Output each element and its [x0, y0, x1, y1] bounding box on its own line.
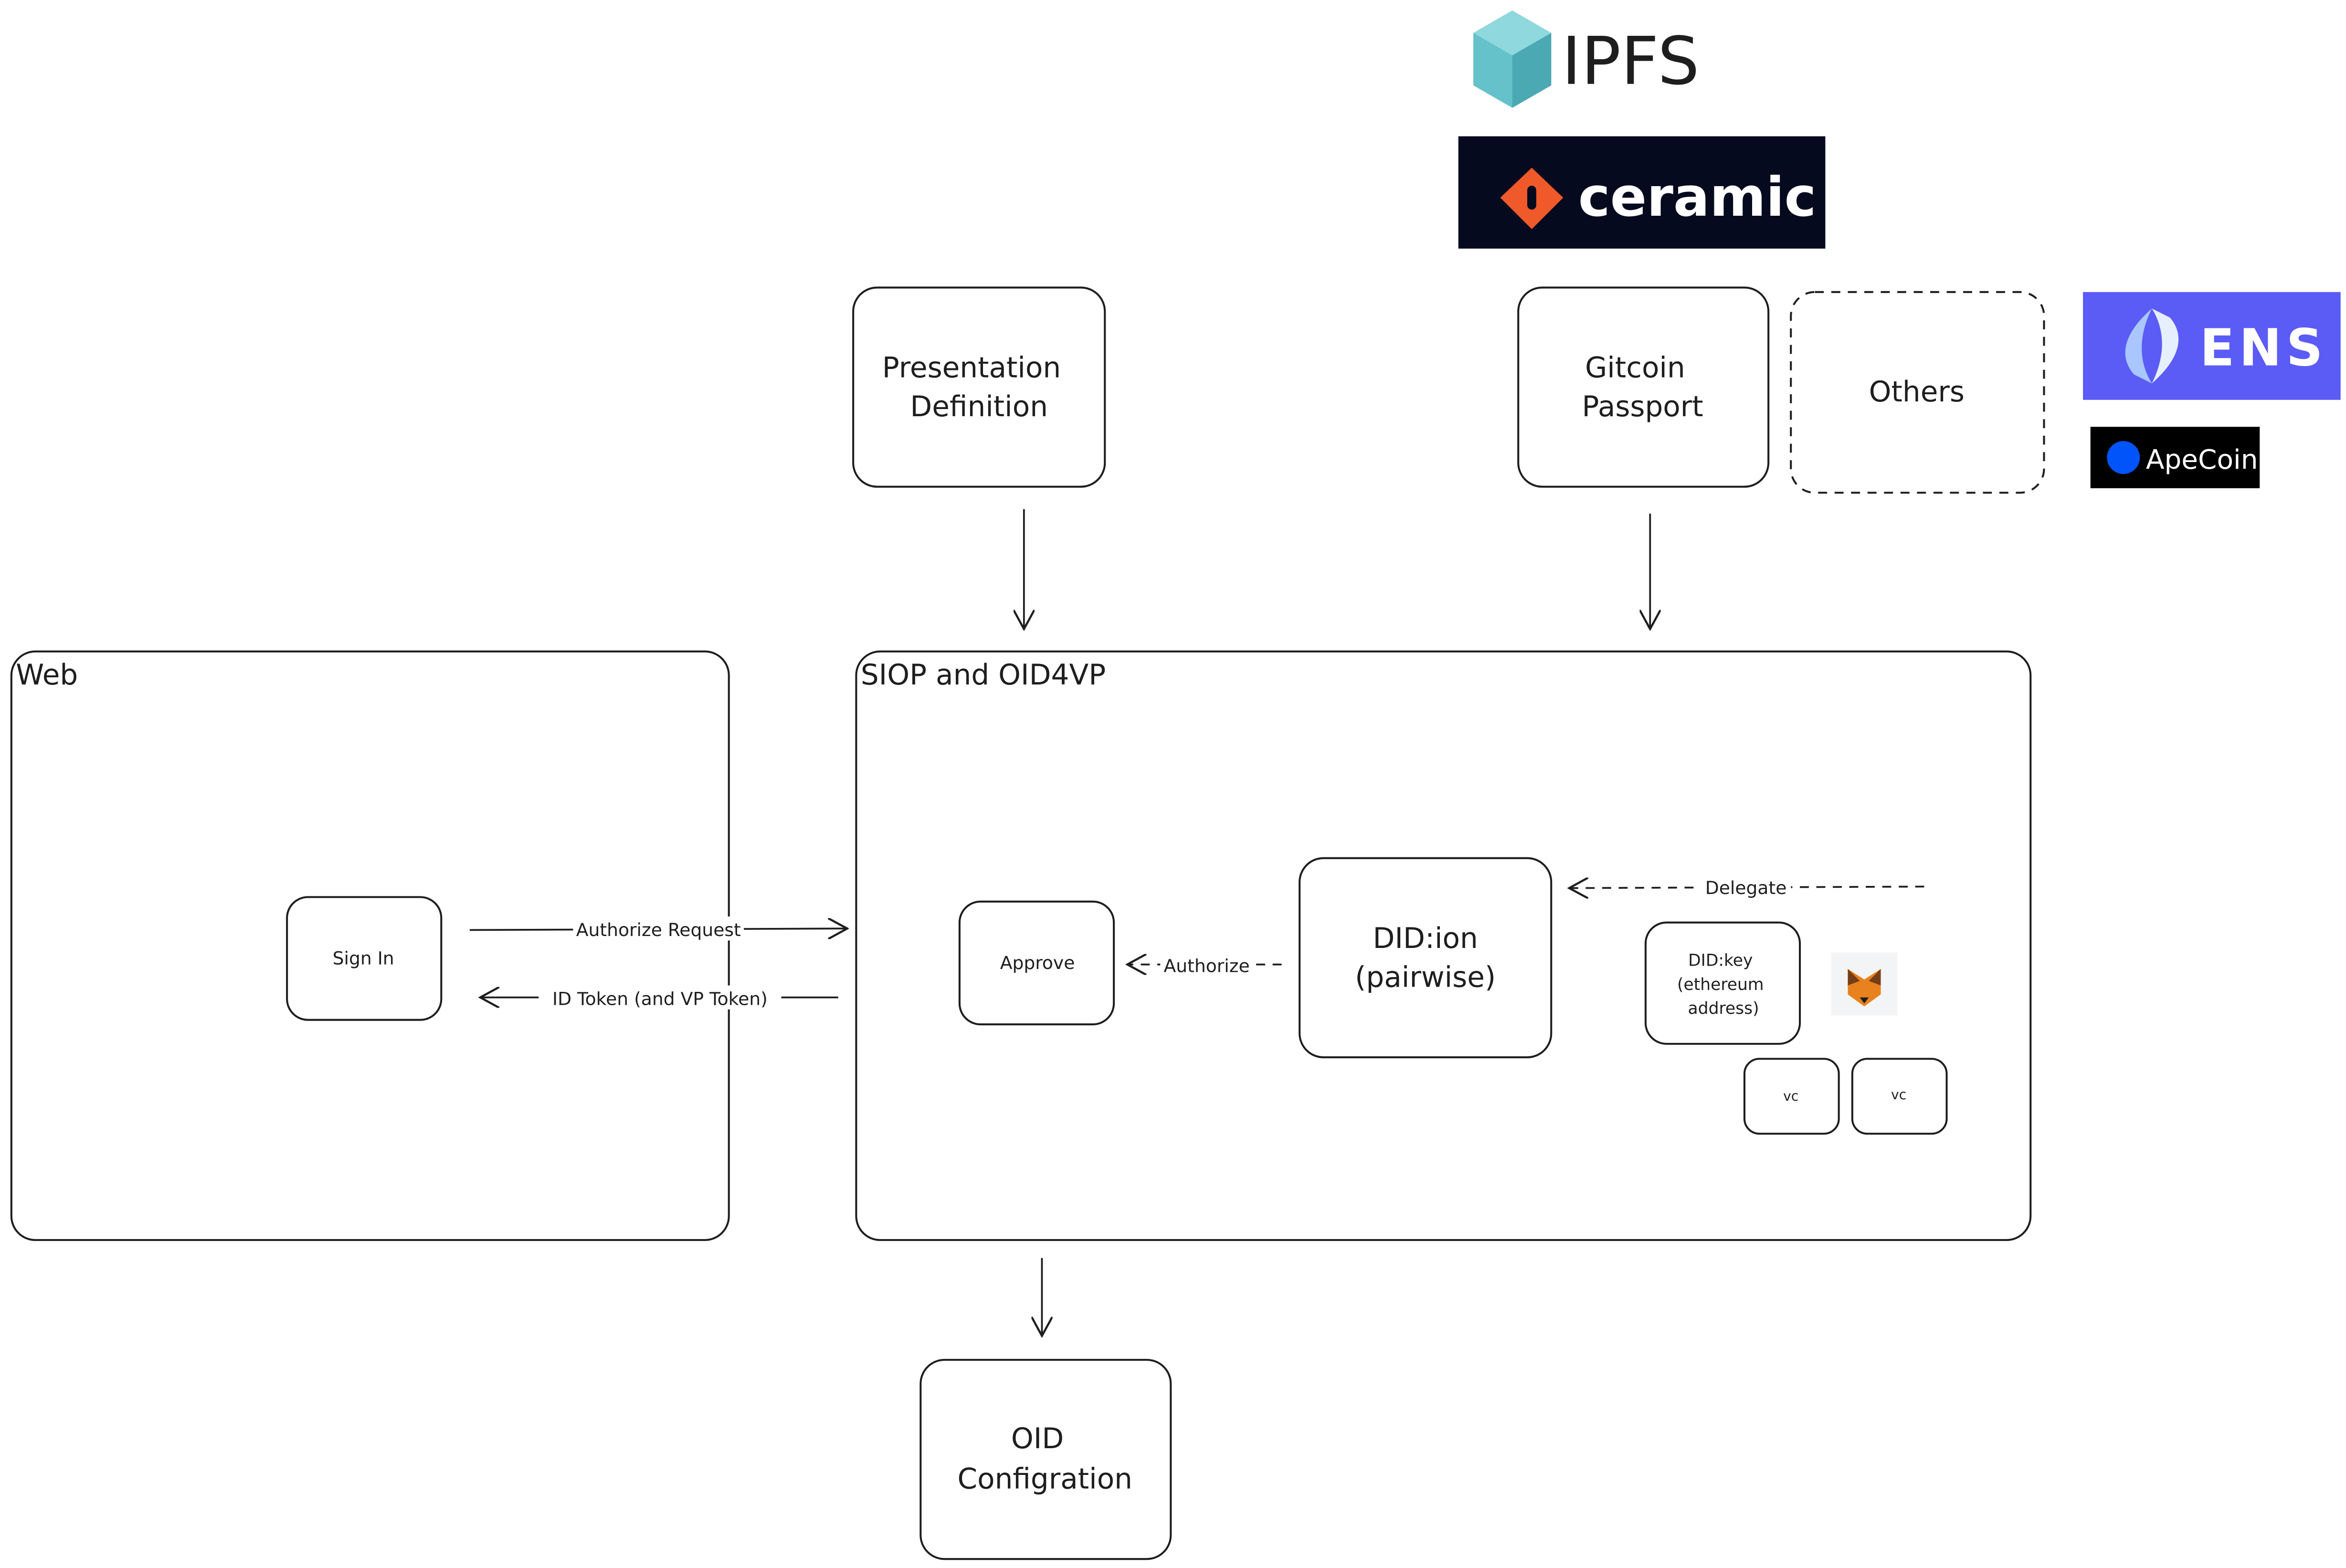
- svg-text:ID Token (and VP Token): ID Token (and VP Token): [552, 988, 768, 1009]
- siop-label: SIOP and OID4VP: [861, 659, 1106, 692]
- svg-text:Others: Others: [1869, 376, 1965, 409]
- ipfs-logo: IPFS: [1473, 10, 1700, 108]
- svg-text:Delegate: Delegate: [1705, 877, 1787, 898]
- presentation-definition-box[interactable]: Presentation Definition: [852, 286, 1106, 488]
- svg-text:Approve: Approve: [1000, 952, 1075, 973]
- others-box[interactable]: Others: [1790, 291, 2045, 494]
- diagram-canvas: IPFS ceramic ENS ApeCoin Presentation De…: [10, 10, 2341, 1560]
- svg-text:Presentation: Presentation: [882, 352, 1061, 385]
- svg-text:Configration: Configration: [957, 1463, 1132, 1496]
- svg-text:Authorize: Authorize: [1164, 955, 1250, 976]
- oid-configuration-box[interactable]: OID Configration: [919, 1358, 1172, 1560]
- svg-text:address): address): [1688, 999, 1759, 1018]
- svg-text:Definition: Definition: [910, 390, 1048, 423]
- delegate-arrow: Delegate: [1569, 874, 1924, 898]
- did-ion-box[interactable]: DID:ion (pairwise): [1299, 857, 1553, 1059]
- fox-icon: [1831, 952, 1897, 1016]
- sign-in-button[interactable]: Sign In: [286, 896, 443, 1021]
- did-key-box[interactable]: DID:key (ethereum address): [1644, 921, 1801, 1045]
- svg-text:vc: vc: [1783, 1088, 1798, 1104]
- svg-text:vc: vc: [1891, 1087, 1906, 1103]
- svg-text:Sign In: Sign In: [333, 948, 394, 969]
- ceramic-logo-text: ceramic: [1578, 166, 1817, 229]
- svg-text:Authorize Request: Authorize Request: [576, 919, 741, 940]
- apecoin-logo: ApeCoin: [2090, 427, 2260, 488]
- apecoin-logo-text: ApeCoin: [2146, 444, 2258, 475]
- svg-text:Gitcoin: Gitcoin: [1585, 352, 1685, 385]
- gitcoin-passport-box[interactable]: Gitcoin Passport: [1517, 286, 1770, 488]
- svg-text:DID:key: DID:key: [1688, 951, 1753, 970]
- svg-text:(pairwise): (pairwise): [1355, 961, 1496, 994]
- vc-box-1[interactable]: vc: [1743, 1058, 1840, 1135]
- ceramic-logo: ceramic: [1458, 136, 1826, 249]
- ens-logo-text: ENS: [2200, 319, 2327, 378]
- approve-button[interactable]: Approve: [958, 900, 1115, 1026]
- vc-box-2[interactable]: vc: [1851, 1058, 1948, 1135]
- svg-text:Passport: Passport: [1582, 390, 1703, 423]
- authorize-arrow: Authorize: [1127, 952, 1282, 977]
- svg-text:(ethereum: (ethereum: [1677, 975, 1764, 994]
- svg-text:OID: OID: [1011, 1422, 1064, 1455]
- svg-text:DID:ion: DID:ion: [1373, 922, 1478, 955]
- ens-logo: ENS: [2083, 292, 2341, 400]
- web-label: Web: [16, 659, 78, 692]
- ipfs-logo-text: IPFS: [1562, 23, 1700, 100]
